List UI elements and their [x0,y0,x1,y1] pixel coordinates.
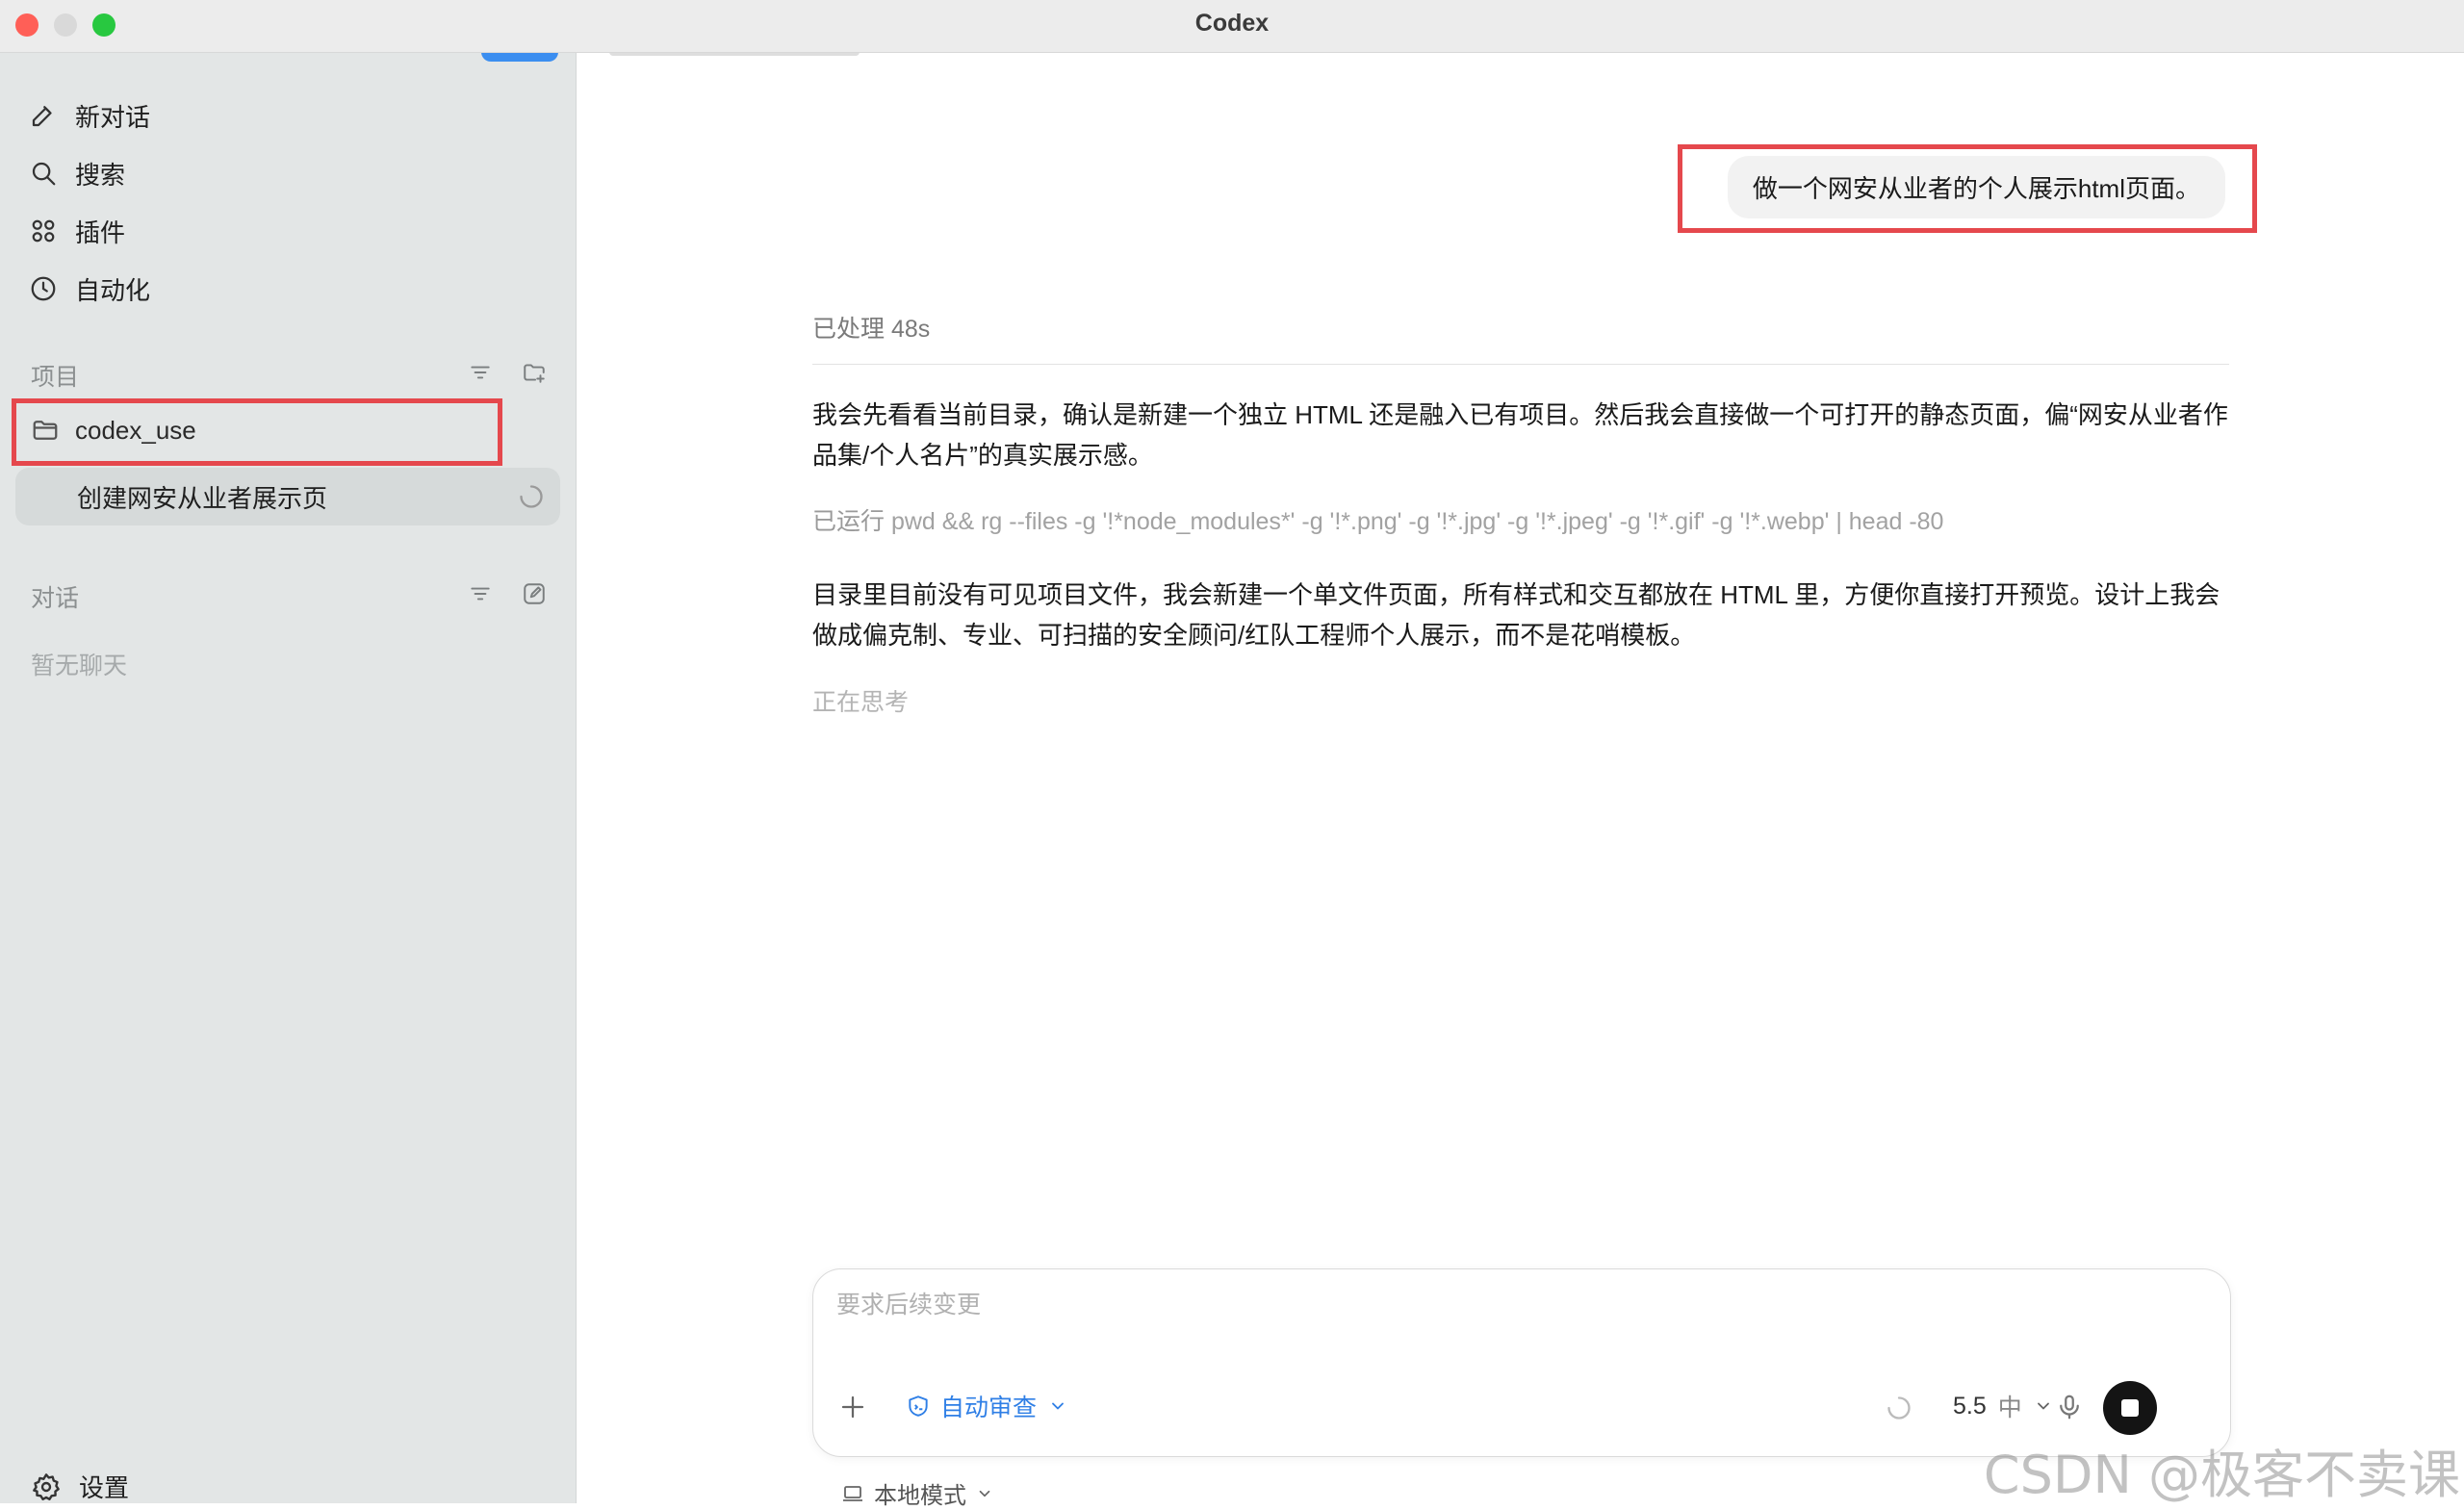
search-icon [32,162,56,186]
context-usage-icon[interactable] [1886,1395,1912,1421]
add-attachment-icon[interactable] [838,1393,867,1421]
auto-review-label: 自动审查 [940,1395,1038,1421]
sidebar-top-button[interactable] [481,52,558,62]
local-mode-label: 本地模式 [874,1483,966,1509]
model-version: 5.5 [1953,1392,1987,1420]
edit-icon [32,106,52,127]
command-label: 已运行 [812,508,886,535]
shield-icon [909,1395,928,1417]
chevron-down-icon [2037,1402,2049,1410]
chevron-down-icon [979,1490,990,1497]
stop-icon [2121,1399,2139,1417]
add-folder-icon[interactable] [522,360,547,385]
conversations-tools [468,581,547,606]
assistant-message-2: 目录里目前没有可见项目文件，我会新建一个单文件页面，所有样式和交互都放在 HTM… [812,580,2220,650]
thread-item-active[interactable]: 创建网安从业者展示页 [15,468,560,525]
window-title: Codex [1194,10,1270,37]
command-run[interactable]: 已运行 pwd && rg --files -g '!*node_modules… [812,502,1943,537]
watermark: CSDN @极客不卖课 [1983,1445,2460,1505]
sidebar: 新对话 搜索 插件 自动化 项目 codex_use 创建网安从业者展示页 对话… [0,52,577,1503]
sidebar-item-automation[interactable]: 自动化 [29,266,150,312]
new-chat-icon[interactable] [522,581,547,606]
settings-button[interactable]: 设置 [31,1469,129,1504]
main-panel: 做一个网安从业者的个人展示html页面。 已处理 48s 我会先看看当前目录，确… [577,48,2464,1509]
assistant-message-1: 我会先看看当前目录，确认是新建一个独立 HTML 还是融入已有项目。然后我会直接… [812,400,2228,470]
conversations-heading: 对话 [31,585,80,612]
grid-icon [32,219,55,243]
settings-label: 设置 [79,1473,130,1502]
stop-button[interactable] [2103,1381,2157,1435]
chevron-down-icon [1052,1402,1064,1410]
command-text: pwd && rg --files -g '!*node_modules*' -… [890,508,1944,535]
thinking-status: 正在思考 [812,689,910,716]
sidebar-item-label: 插件 [75,218,126,247]
clock-icon [31,276,56,301]
conversations-empty: 暂无聊天 [31,653,128,679]
gear-icon [33,1472,60,1500]
composer: 自动审查 5.5 中 [812,1268,2231,1457]
microphone-icon[interactable] [2055,1393,2084,1421]
sidebar-item-label: 新对话 [75,102,151,132]
model-selector[interactable]: 5.5 中 [1953,1389,2053,1423]
sidebar-item-search[interactable]: 搜索 [29,150,125,196]
sidebar-item-label: 自动化 [75,275,151,305]
sidebar-item-plugins[interactable]: 插件 [29,208,125,254]
local-mode-dropdown[interactable]: 本地模式 [841,1476,993,1510]
reasoning-effort: 中 [1997,1395,2022,1421]
thread-title: 创建网安从业者展示页 [77,483,328,513]
filter-icon[interactable] [468,581,493,606]
processed-time[interactable]: 已处理 48s [812,310,2229,365]
title-bar: Codex [0,0,2464,53]
filter-icon[interactable] [468,360,493,385]
auto-review-dropdown[interactable]: 自动审查 [906,1389,1077,1423]
laptop-icon [843,1485,862,1501]
highlight-box-message [1678,144,2257,233]
sidebar-item-label: 搜索 [75,160,126,190]
projects-heading: 项目 [31,364,80,391]
followup-input[interactable] [834,1291,1993,1320]
loading-spinner-icon [520,485,543,508]
highlight-box-project [12,398,502,466]
sidebar-item-new-chat[interactable]: 新对话 [29,92,150,139]
projects-tools [468,360,547,385]
